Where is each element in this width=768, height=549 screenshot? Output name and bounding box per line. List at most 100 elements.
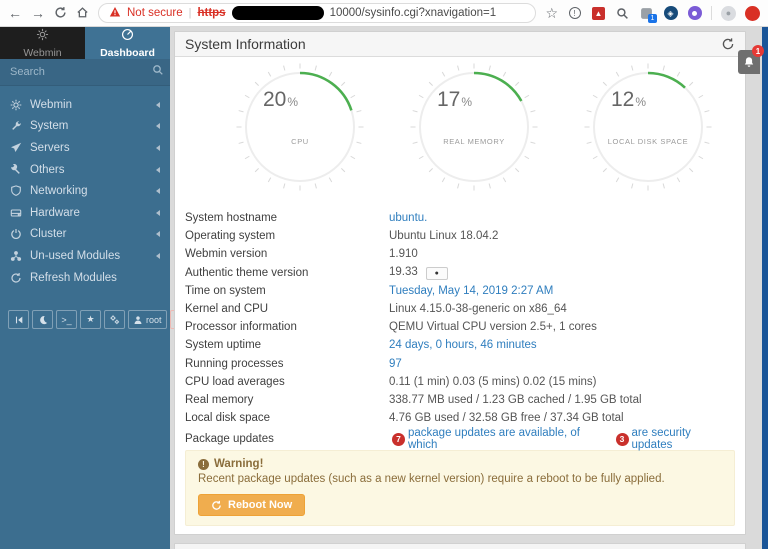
- table-row: Real memory 338.77 MB used / 1.23 GB cach…: [185, 393, 642, 406]
- url-path: 10000/sysinfo.cgi?xnavigation=1: [329, 7, 497, 19]
- terminal-label: >_: [61, 314, 72, 325]
- hostname-link[interactable]: ubuntu.: [389, 212, 735, 224]
- collapse-sidebar-button[interactable]: [8, 310, 29, 329]
- back-icon[interactable]: ←: [8, 6, 22, 20]
- gauge-disk-label: LOCAL DISK SPACE: [607, 137, 689, 146]
- security-label: Not secure: [127, 7, 183, 19]
- reboot-now-button[interactable]: Reboot Now: [198, 494, 306, 517]
- sidebar-item-label: Hardware: [30, 206, 80, 219]
- sidebar-item-unused-modules[interactable]: Un-used Modules: [0, 245, 170, 267]
- sidebar-item-label: Servers: [30, 141, 70, 154]
- chevron-left-icon: [156, 144, 160, 151]
- tab-dashboard[interactable]: Dashboard: [85, 27, 170, 59]
- url-redaction-blob: [231, 6, 324, 20]
- package-updates-link[interactable]: 7 package updates are available, of whic…: [389, 427, 735, 451]
- webmin-logo-icon: [36, 28, 49, 46]
- sidebar-item-cluster[interactable]: Cluster: [0, 224, 170, 246]
- favorites-button[interactable]: ★: [80, 310, 101, 329]
- browser-red-icon[interactable]: [745, 5, 760, 21]
- sidebar-toolbar: >_ ★ root: [8, 310, 191, 329]
- browser-toolbar: ← → Not secure | https 10000/sysinfo.cgi…: [0, 0, 768, 27]
- security-updates-count-badge: 3: [615, 432, 629, 446]
- running-processes-link[interactable]: 97: [389, 358, 735, 370]
- night-mode-button[interactable]: [32, 310, 53, 329]
- sidebar-item-label: Cluster: [30, 228, 67, 241]
- forward-icon[interactable]: →: [31, 6, 45, 20]
- table-row: Webmin version 1.910: [185, 248, 418, 261]
- reload-icon[interactable]: [54, 6, 67, 21]
- table-row: Kernel and CPU Linux 4.15.0-38-generic on…: [185, 303, 567, 316]
- gauge-real-memory: 17% REAL MEMORY: [410, 63, 538, 205]
- sidebar-item-servers[interactable]: Servers: [0, 137, 170, 159]
- recent-logins-panel[interactable]: Recent Logins: [174, 543, 746, 549]
- url-bar[interactable]: Not secure | https 10000/sysinfo.cgi?xna…: [98, 3, 537, 23]
- chevron-left-icon: [156, 209, 160, 216]
- extension-info-icon[interactable]: !: [567, 6, 582, 21]
- system-information-panel: System Information 20% CPU 17% REAL MEMO…: [174, 31, 746, 536]
- tab-dashboard-label: Dashboard: [100, 46, 155, 59]
- gear-icon: [10, 99, 30, 111]
- chevron-left-icon: [156, 252, 160, 259]
- gauge-cpu: 20% CPU: [236, 63, 364, 205]
- warning-text: Recent package updates (such as a new ke…: [198, 473, 665, 486]
- gauge-memory-chart: [410, 63, 538, 191]
- table-row: CPU load averages 0.11 (1 min) 0.03 (5 mi…: [185, 375, 597, 388]
- warning-title: ! Warning!: [198, 458, 722, 470]
- updates-count-badge: 7: [392, 432, 405, 446]
- tab-webmin[interactable]: Webmin: [0, 27, 85, 59]
- chevron-left-icon: [156, 166, 160, 173]
- table-row: System uptime 24 days, 0 hours, 46 minute…: [185, 336, 735, 354]
- reboot-warning-box: ! Warning! Recent package updates (such …: [185, 450, 735, 527]
- search-input[interactable]: [10, 66, 152, 78]
- table-row: System hostname ubuntu.: [185, 209, 735, 227]
- refresh-panel-icon[interactable]: [721, 37, 735, 51]
- refresh-icon: [10, 272, 30, 284]
- settings-button[interactable]: [104, 310, 125, 329]
- exclamation-circle-icon: !: [198, 458, 209, 470]
- sidebar-item-label: System: [30, 120, 69, 133]
- sidebar-item-webmin[interactable]: Webmin: [0, 94, 170, 116]
- time-on-system-link[interactable]: Tuesday, May 14, 2019 2:27 AM: [389, 285, 735, 297]
- uptime-link[interactable]: 24 days, 0 hours, 46 minutes: [389, 339, 735, 351]
- power-icon: [10, 228, 30, 240]
- extension-compass-icon[interactable]: ◈: [663, 6, 678, 21]
- theme-info-button[interactable]: ●: [425, 266, 448, 280]
- dashboard-gauge-icon: [121, 28, 134, 46]
- omnibox-divider: |: [188, 7, 192, 19]
- notifications-badge: 1: [752, 45, 764, 57]
- sidebar-item-system[interactable]: System: [0, 116, 170, 138]
- sidebar-item-hardware[interactable]: Hardware: [0, 202, 170, 224]
- profile-avatar[interactable]: ●: [721, 5, 736, 21]
- system-info-table: System hostname ubuntu. Operating system U…: [185, 209, 735, 451]
- bookmark-star-icon[interactable]: ☆: [545, 6, 558, 20]
- table-row: Local disk space 4.76 GB used / 32.58 GB …: [185, 412, 624, 425]
- table-row: Operating system Ubuntu Linux 18.04.2: [185, 230, 499, 243]
- sidebar-item-refresh-modules[interactable]: Refresh Modules: [0, 267, 170, 289]
- gauge-cpu-value: 20%: [263, 88, 299, 111]
- gauge-memory-label: REAL MEMORY: [443, 137, 505, 146]
- notifications-button[interactable]: 1: [738, 45, 764, 74]
- sidebar-item-others[interactable]: Others: [0, 159, 170, 181]
- extension-pdf-icon[interactable]: ▲: [591, 6, 606, 21]
- gauge-cpu-label: CPU: [291, 137, 309, 146]
- gauge-cpu-chart: [236, 63, 364, 191]
- search-icon[interactable]: [152, 63, 164, 81]
- extension-purple-icon[interactable]: [687, 6, 702, 21]
- chevron-left-icon: [156, 188, 160, 195]
- gauge-disk-value: 12%: [611, 88, 647, 111]
- extension-badged-icon[interactable]: 1: [639, 6, 657, 23]
- sidebar-item-label: Others: [30, 163, 65, 176]
- sidebar-item-label: Un-used Modules: [30, 249, 121, 262]
- tools-icon: [10, 163, 30, 176]
- terminal-button[interactable]: >_: [56, 310, 77, 329]
- table-row: Time on system Tuesday, May 14, 2019 2:27…: [185, 282, 735, 300]
- page-scrollbar[interactable]: [762, 27, 768, 549]
- sidebar: Webmin Dashboard Webmin: [0, 27, 191, 549]
- user-button[interactable]: root: [128, 310, 167, 329]
- home-icon[interactable]: [76, 6, 89, 21]
- sidebar-item-networking[interactable]: Networking: [0, 180, 170, 202]
- wrench-icon: [10, 120, 30, 132]
- sidebar-tabs: Webmin Dashboard: [0, 27, 170, 59]
- gauge-memory-value: 17%: [437, 88, 473, 111]
- extension-search-icon[interactable]: [615, 6, 630, 21]
